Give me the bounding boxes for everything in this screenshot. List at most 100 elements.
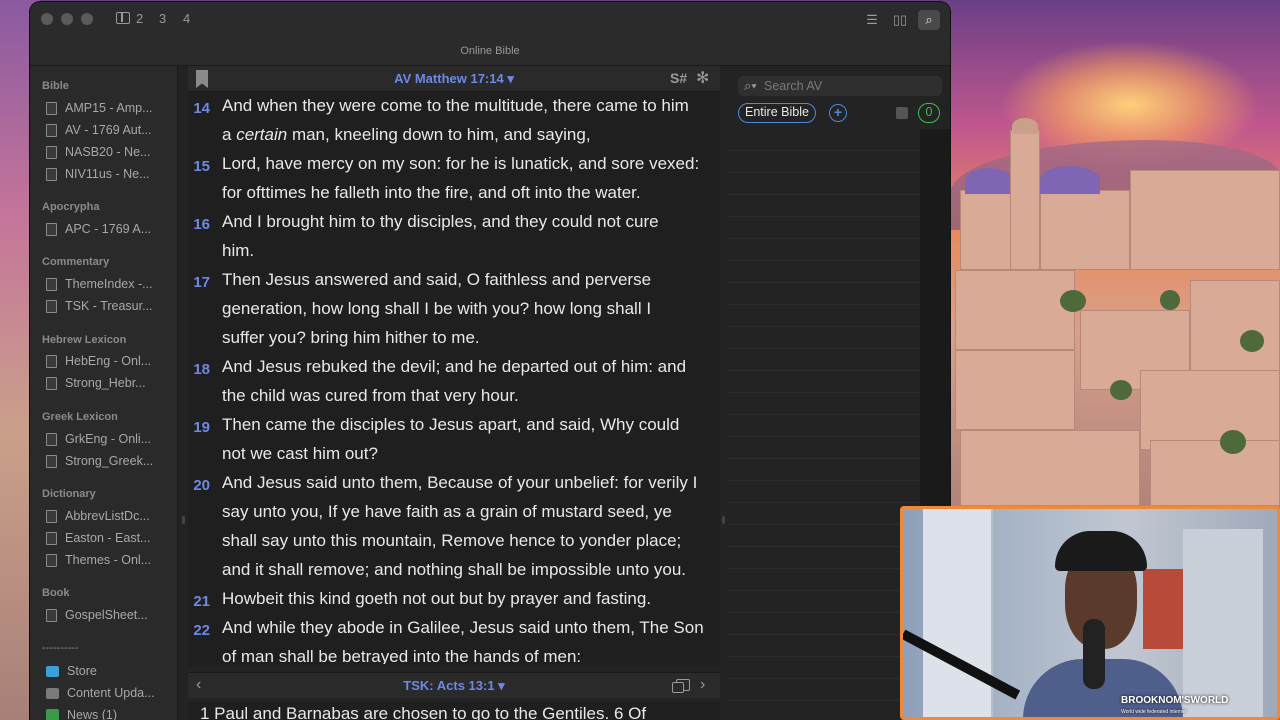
sidebar-item-apc[interactable]: APC - 1769 A... [46,220,151,238]
verse-line: 20 And Jesus said unto them, Because of y… [188,471,720,500]
zoom-window-button[interactable] [81,13,93,25]
sidebar-item-abbrevlist[interactable]: AbbrevListDc... [46,507,150,525]
sidebar-item-themeindex[interactable]: ThemeIndex -... [46,275,153,293]
document-icon [46,553,57,567]
commentary-reference-selector[interactable]: TSK: Acts 13:1 ▾ [188,678,720,694]
verse-text: him. [222,241,255,260]
search-results-list[interactable] [728,129,920,720]
verse-text: the child was cured from that very hour. [222,386,519,405]
search-input[interactable] [764,77,934,95]
update-icon [46,687,59,699]
sidebar-item-easton[interactable]: Easton - East... [46,529,150,547]
verse-line: the child was cured from that very hour. [188,384,720,413]
sidebar-item-nasb20[interactable]: NASB20 - Ne... [46,143,150,161]
asterisk-icon[interactable]: ✻ [696,68,709,88]
sidebar-item-store[interactable]: Store [46,662,97,680]
verse-number[interactable]: 18 [188,361,210,378]
document-icon [46,454,57,468]
document-icon [46,608,57,622]
verse-line: 17 Then Jesus answered and said, O faithl… [188,268,720,297]
sidebar-item-niv11us[interactable]: NIV11us - Ne... [46,165,150,183]
news-icon [46,708,59,720]
copy-icon[interactable] [672,679,690,693]
minimize-window-button[interactable] [61,13,73,25]
search-box[interactable]: ⌕▾ [738,76,942,96]
document-icon [46,509,57,523]
sidebar-item-strong-hebrew[interactable]: Strong_Hebr... [46,374,146,392]
sidebar-item-tsk[interactable]: TSK - Treasur... [46,297,153,315]
pane-3-button[interactable]: 3 [159,11,166,26]
sidebar-item-news[interactable]: News (1) [46,706,117,720]
verse-line: a certain man, kneeling down to him, and… [188,123,720,152]
commentary-text: 1 Paul and Barnabas are chosen to go to … [188,702,720,720]
verse-number[interactable]: 14 [188,100,210,117]
window-title: Online Bible [460,45,520,57]
result-count-badge: 0 [918,103,940,123]
close-window-button[interactable] [41,13,53,25]
verse-text: And Jesus said unto them, Because of you… [222,473,698,492]
search-option-checkbox[interactable] [896,107,908,119]
sidebar-section-greek-lexicon: Greek Lexicon [42,411,118,423]
sidebar-item-strong-greek[interactable]: Strong_Greek... [46,452,153,470]
verse-line: 21 Howbeit this kind goeth not out but by… [188,587,720,616]
webcam-overlay: BROOKNOM'SWORLD World wide federated int… [900,506,1280,720]
verse-text: Then came the disciples to Jesus apart, … [222,415,680,434]
search-toggle-icon[interactable]: ⌕ [918,10,940,30]
document-icon [46,531,57,545]
verse-text: And Jesus rebuked the devil; and he depa… [222,357,687,376]
pane-4-button[interactable]: 4 [183,11,190,26]
pane-2-button[interactable]: 2 [136,11,143,26]
verse-number[interactable]: 17 [188,274,210,291]
verse-list: 14 And when they were come to the multitu… [188,96,720,664]
chevron-right-icon[interactable]: › [700,676,705,694]
pane-layout-icon[interactable] [116,12,130,24]
verse-line: 14 And when they were come to the multitu… [188,96,720,123]
strongs-numbers-icon[interactable]: S# [670,70,687,86]
search-scope-button[interactable]: Entire Bible [738,103,816,123]
verse-number[interactable]: 15 [188,158,210,175]
document-icon [46,167,57,181]
verse-line: shall say unto this mountain, Remove hen… [188,529,720,558]
reference-selector[interactable]: AV Matthew 17:14 ▾ [188,71,720,87]
verse-text: generation, how long shall I be with you… [222,299,652,318]
sidebar-section-dictionary: Dictionary [42,488,96,500]
verse-text: Then Jesus answered and said, O faithles… [222,270,652,289]
channel-logo-subtitle: World wide federated internet [1121,709,1187,715]
verse-text: Lord, have mercy on my son: for he is lu… [222,154,700,173]
verse-number[interactable]: 16 [188,216,210,233]
verse-number[interactable]: 21 [188,593,210,610]
sidebar-item-content-updates[interactable]: Content Upda... [46,684,155,702]
title-bar: 2 3 4 ☰ ▯▯ ⌕ Online Bible [30,2,950,66]
sidebar-item-themes[interactable]: Themes - Onl... [46,551,151,569]
verse-line: 22 And while they abode in Galilee, Jesus… [188,616,720,645]
channel-logo: BROOKNOM'SWORLD [1121,695,1229,706]
verse-number[interactable]: 22 [188,622,210,639]
app-window: 2 3 4 ☰ ▯▯ ⌕ Online Bible Bible AMP15 - … [30,2,950,720]
verse-text: And when they were come to the multitude… [222,96,689,115]
store-icon [46,665,59,677]
verse-text: suffer you? bring him hither to me. [222,328,480,347]
text-pane-header: AV Matthew 17:14 ▾ S# ✻ [188,66,720,92]
sidebar-separator: ---------- [42,642,79,654]
verse-text: not we cast him out? [222,444,378,463]
sidebar-item-amp15[interactable]: AMP15 - Amp... [46,99,153,117]
book-icon[interactable]: ▯▯ [889,10,911,30]
document-icon [46,299,57,313]
verse-number[interactable]: 20 [188,477,210,494]
sidebar-section-hebrew-lexicon: Hebrew Lexicon [42,334,127,346]
sidebar-item-grkeng[interactable]: GrkEng - Onli... [46,430,151,448]
sidebar-item-av[interactable]: AV - 1769 Aut... [46,121,152,139]
split-handle-right[interactable] [722,516,725,524]
sidebar-item-gospelsheet[interactable]: GospelSheet... [46,606,148,624]
verse-line: 18 And Jesus rebuked the devil; and he de… [188,355,720,384]
add-scope-button[interactable]: + [829,104,847,122]
verse-line: not we cast him out? [188,442,720,471]
verse-text: And while they abode in Galilee, Jesus s… [222,618,704,637]
verse-text: And I brought him to thy disciples, and … [222,212,659,231]
document-icon [46,145,57,159]
list-icon[interactable]: ☰ [861,10,883,30]
sidebar-item-hebeng[interactable]: HebEng - Onl... [46,352,151,370]
verse-text: a certain man, kneeling down to him, and… [222,125,591,144]
verse-number[interactable]: 19 [188,419,210,436]
split-handle-left[interactable] [182,516,185,524]
